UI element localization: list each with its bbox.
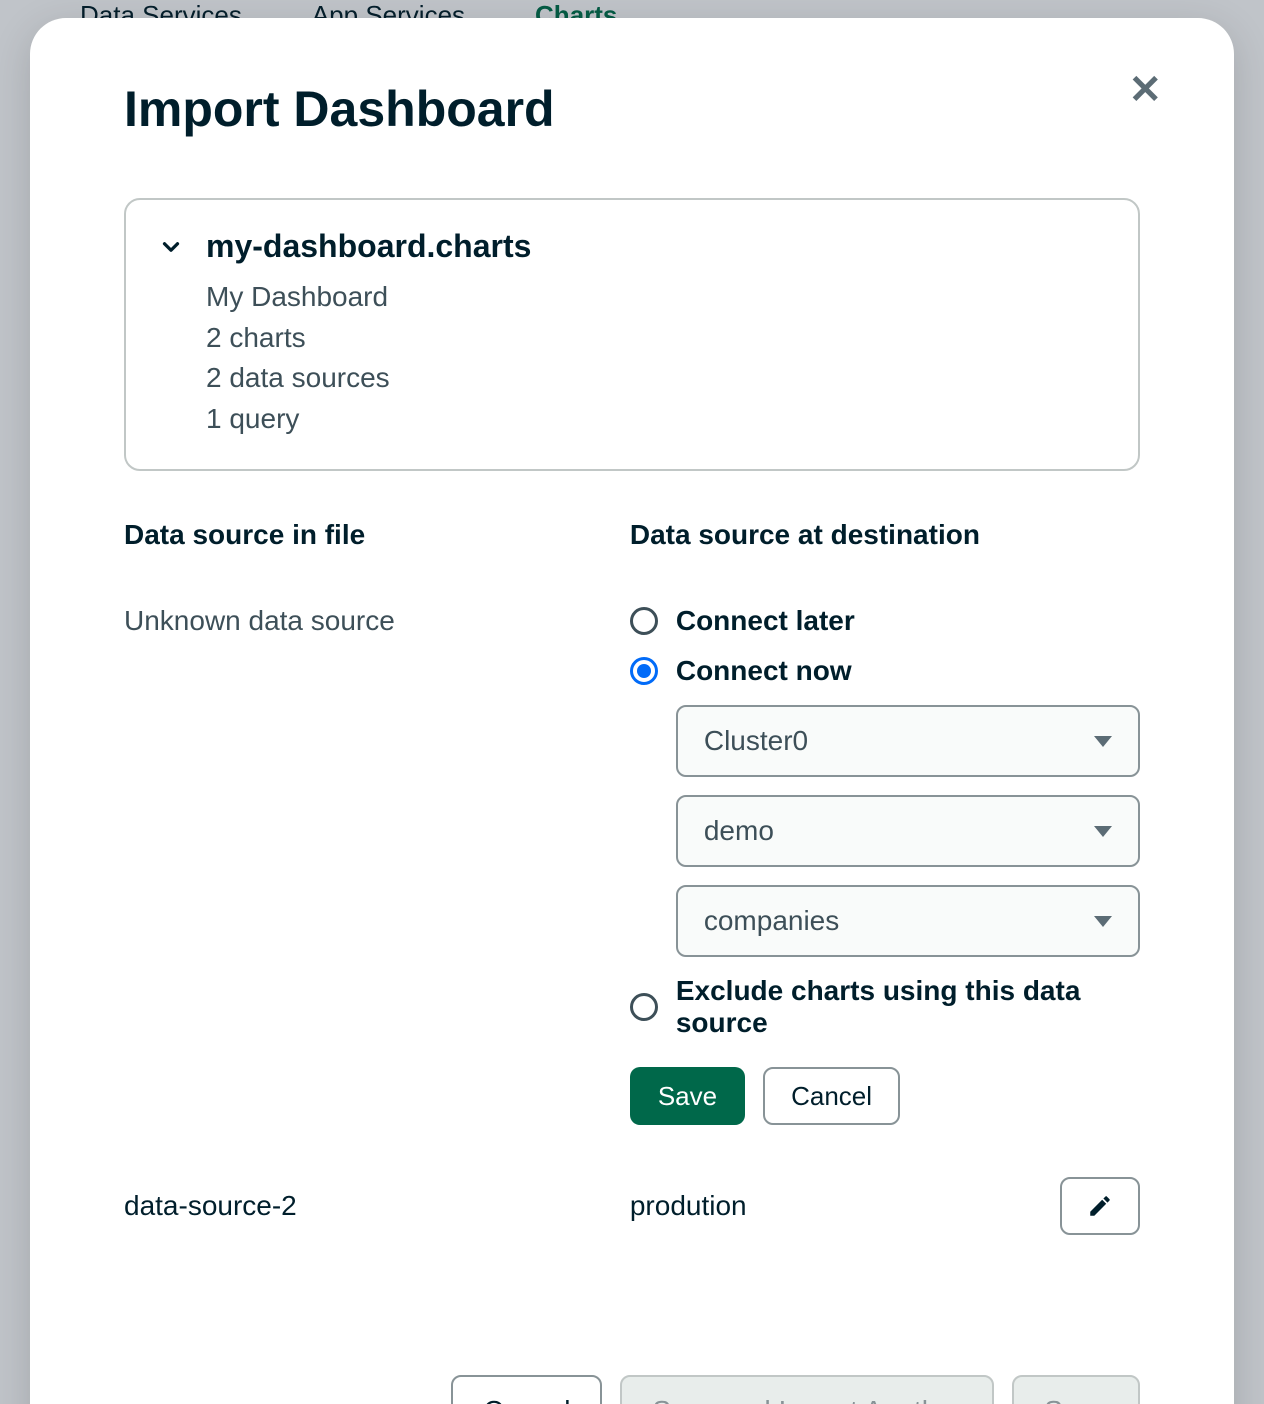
edit-mapping-button[interactable] <box>1060 1177 1140 1235</box>
footer-save-button[interactable]: Save <box>1012 1375 1140 1404</box>
radio-icon <box>630 993 658 1021</box>
mapping-destination-label: prodution <box>630 1190 747 1222</box>
import-dashboard-modal: ✕ Import Dashboard my-dashboard.charts M… <box>30 18 1234 1404</box>
unknown-data-source-label: Unknown data source <box>124 605 610 637</box>
chevron-down-icon[interactable] <box>156 232 186 262</box>
select-value: demo <box>704 815 774 847</box>
file-charts-count: 2 charts <box>206 318 1108 359</box>
file-data-sources-count: 2 data sources <box>206 358 1108 399</box>
radio-icon <box>630 657 658 685</box>
database-select[interactable]: demo <box>676 795 1140 867</box>
pencil-icon <box>1087 1193 1113 1219</box>
radio-connect-later[interactable]: Connect later <box>630 605 1140 637</box>
chevron-down-icon <box>1094 826 1112 837</box>
inline-save-button[interactable]: Save <box>630 1067 745 1125</box>
col-header-destination: Data source at destination <box>630 519 1140 551</box>
select-value: Cluster0 <box>704 725 808 757</box>
chevron-down-icon <box>1094 736 1112 747</box>
inline-cancel-button[interactable]: Cancel <box>763 1067 900 1125</box>
modal-footer: Cancel Save and Import Another Save <box>124 1375 1140 1404</box>
cluster-select[interactable]: Cluster0 <box>676 705 1140 777</box>
file-dashboard-name: My Dashboard <box>206 277 1108 318</box>
mapping-source-label: data-source-2 <box>124 1190 610 1222</box>
radio-icon <box>630 607 658 635</box>
close-icon[interactable]: ✕ <box>1128 70 1162 110</box>
footer-cancel-button[interactable]: Cancel <box>451 1375 602 1404</box>
radio-connect-now[interactable]: Connect now <box>630 655 1140 687</box>
file-summary-card: my-dashboard.charts My Dashboard 2 chart… <box>124 198 1140 471</box>
file-queries-count: 1 query <box>206 399 1108 440</box>
radio-exclude[interactable]: Exclude charts using this data source <box>630 975 1140 1039</box>
footer-save-another-button[interactable]: Save and Import Another <box>620 1375 994 1404</box>
radio-label: Connect later <box>676 605 855 637</box>
select-value: companies <box>704 905 839 937</box>
file-name: my-dashboard.charts <box>206 228 531 265</box>
file-meta: My Dashboard 2 charts 2 data sources 1 q… <box>156 277 1108 439</box>
radio-label: Connect now <box>676 655 852 687</box>
modal-title: Import Dashboard <box>124 80 1140 138</box>
collection-select[interactable]: companies <box>676 885 1140 957</box>
col-header-source: Data source in file <box>124 519 610 551</box>
radio-label: Exclude charts using this data source <box>676 975 1140 1039</box>
chevron-down-icon <box>1094 916 1112 927</box>
